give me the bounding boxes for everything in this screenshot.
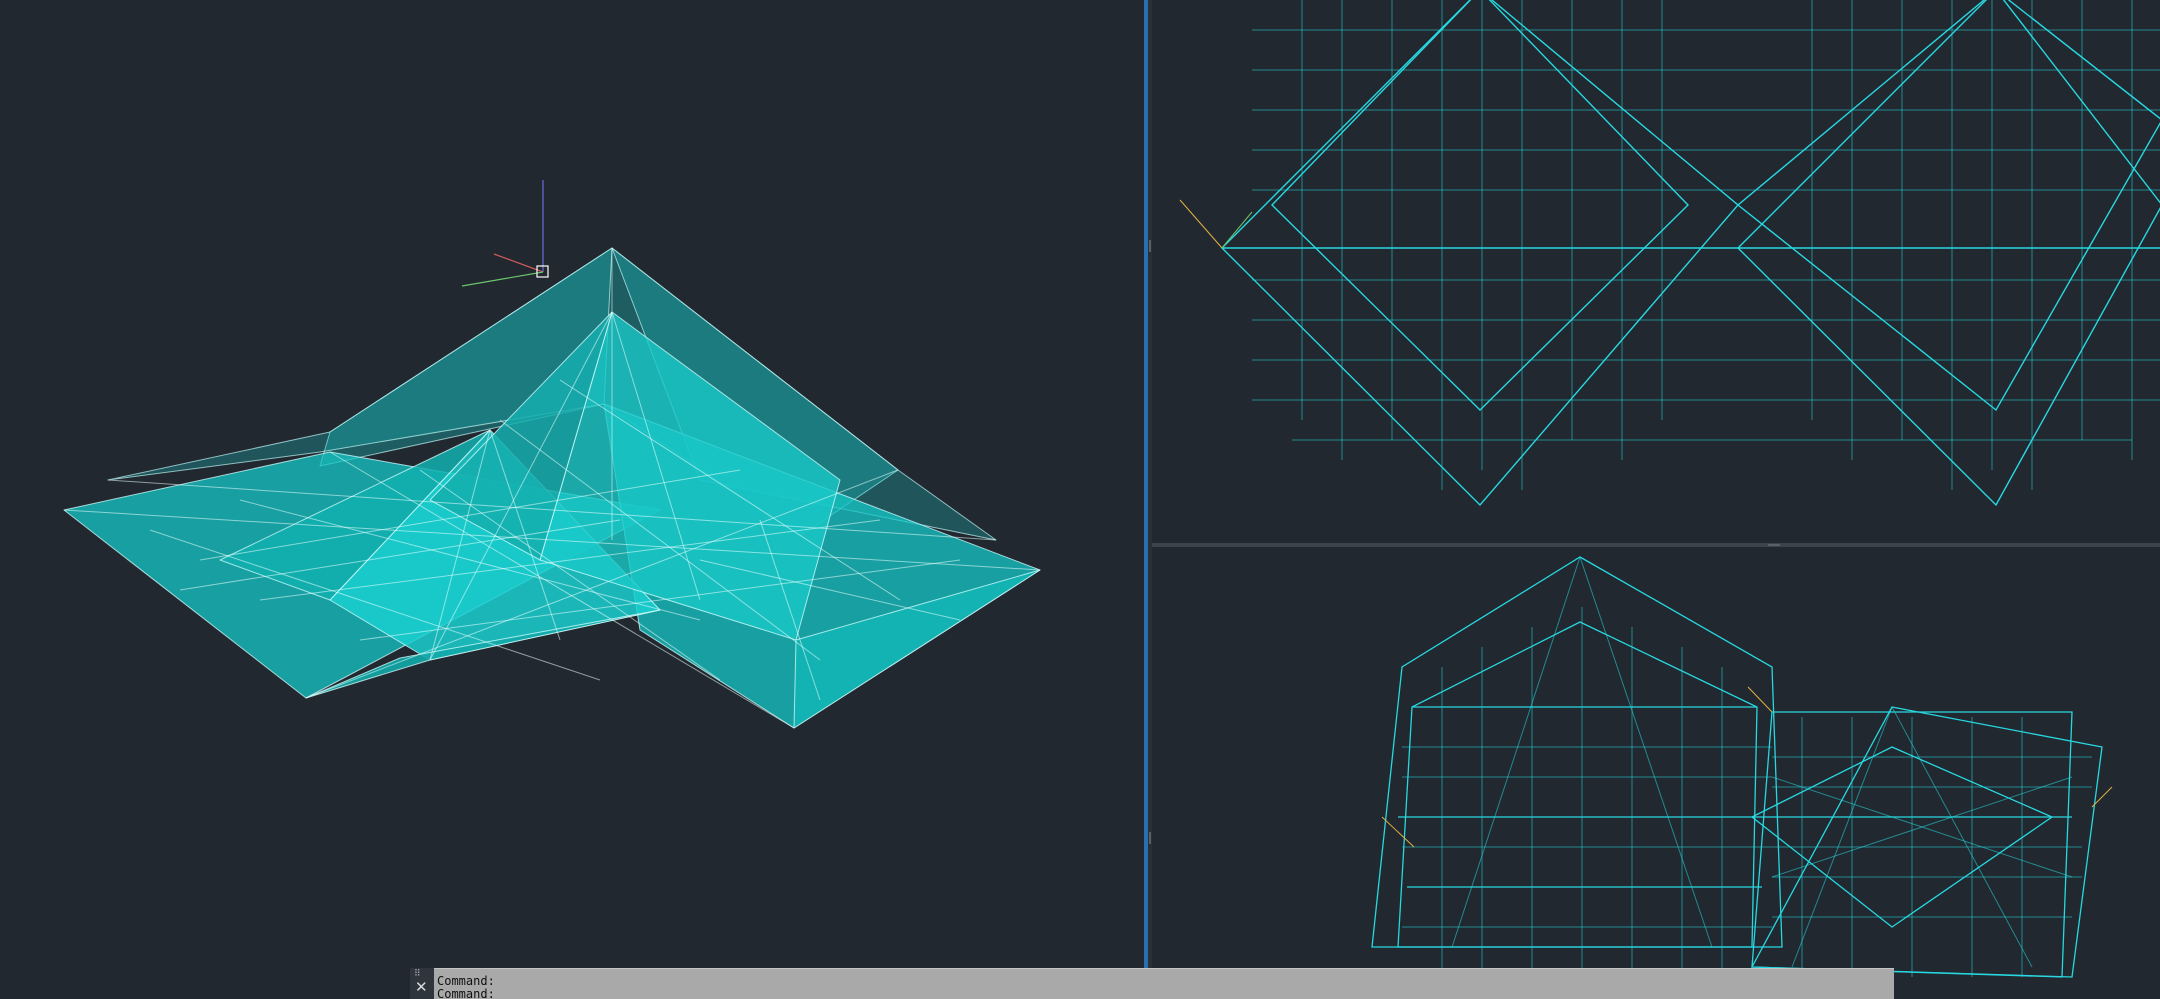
splitter-grip-icon[interactable] [1768, 544, 1780, 546]
command-history-line: Command: [437, 974, 495, 988]
cad-application: ⠿ ✕ Command: Command: [0, 0, 2160, 999]
splitter-grip-icon[interactable] [1149, 832, 1151, 844]
viewport-top-right-plan[interactable] [1152, 0, 2160, 543]
viewport-left-3d[interactable] [0, 0, 1144, 999]
splitter-grip-icon[interactable] [1149, 240, 1151, 252]
model-plan-wireframe [1179, 0, 2160, 507]
command-line-handle[interactable]: ⠿ ✕ [410, 968, 434, 999]
drag-grip-icon[interactable]: ⠿ [414, 970, 421, 979]
command-history[interactable]: Command: Command: [434, 968, 1894, 999]
model-elevation-wireframe [1371, 556, 2113, 999]
viewport-bottom-right-elevation[interactable] [1152, 547, 2160, 999]
ucs-icon[interactable] [461, 180, 549, 287]
close-icon[interactable]: ✕ [415, 980, 428, 995]
command-line-window[interactable]: ⠿ ✕ Command: Command: [410, 968, 1894, 999]
model-3d-shaded [63, 180, 1041, 729]
command-history-line: Command: [437, 987, 495, 999]
